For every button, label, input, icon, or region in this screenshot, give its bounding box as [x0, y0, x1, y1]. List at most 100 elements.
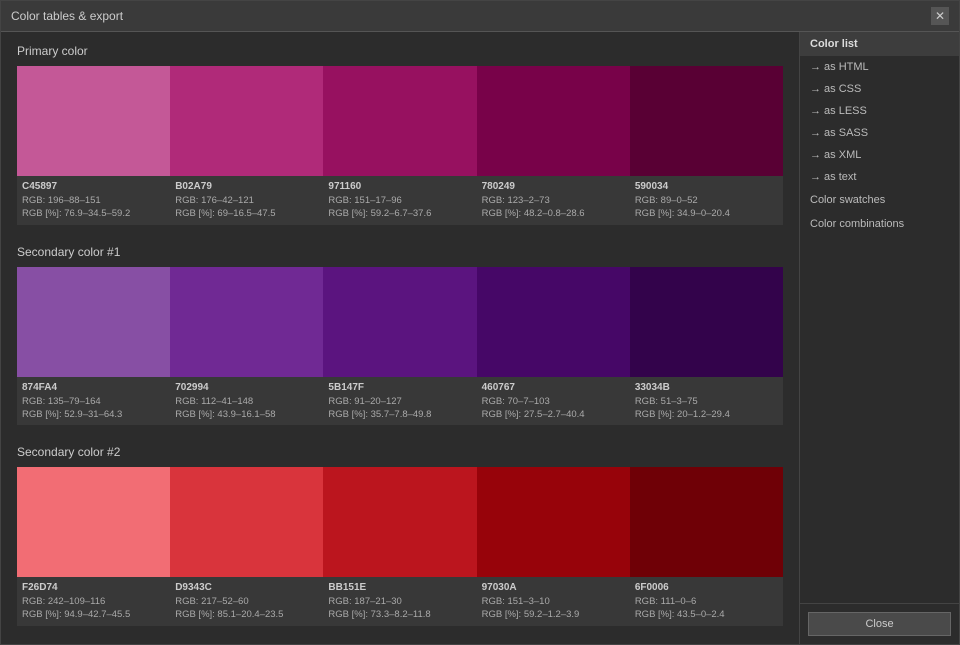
- swatch-info-secondary1-4: 33034BRGB: 51–3–75RGB [%]: 20–1.2–29.4: [630, 377, 783, 426]
- swatch-rgb-pct: RGB [%]: 94.9–42.7–45.5: [22, 608, 165, 621]
- swatch-secondary2-2[interactable]: BB151ERGB: 187–21–30RGB [%]: 73.3–8.2–11…: [323, 467, 476, 626]
- swatch-secondary2-4[interactable]: 6F0006RGB: 111–0–6RGB [%]: 43.5–0–2.4: [630, 467, 783, 626]
- swatch-hex: 97030A: [482, 581, 625, 595]
- close-x-button[interactable]: ✕: [931, 7, 949, 25]
- main-area: Primary colorC45897RGB: 196–88–151RGB [%…: [1, 32, 799, 644]
- section-title-primary: Primary color: [17, 44, 783, 58]
- sidebar-item-as-text[interactable]: → as text: [800, 166, 959, 188]
- dialog: Color tables & export ✕ Primary color C45…: [0, 0, 960, 645]
- swatch-color-secondary1-4: [630, 267, 783, 377]
- swatch-hex: C45897: [22, 180, 165, 194]
- sidebar-color-swatches[interactable]: Color swatches: [800, 188, 959, 212]
- swatch-rgb: RGB: 51–3–75: [635, 395, 778, 408]
- sidebar-color-combinations[interactable]: Color combinations: [800, 212, 959, 236]
- swatch-rgb-pct: RGB [%]: 76.9–34.5–59.2: [22, 207, 165, 220]
- swatch-rgb-pct: RGB [%]: 59.2–6.7–37.6: [328, 207, 471, 220]
- swatch-primary-1[interactable]: B02A79RGB: 176–42–121RGB [%]: 69–16.5–47…: [170, 66, 323, 225]
- swatch-rgb-pct: RGB [%]: 48.2–0.8–28.6: [482, 207, 625, 220]
- swatch-color-secondary1-1: [170, 267, 323, 377]
- swatch-rgb: RGB: 151–3–10: [482, 595, 625, 608]
- swatch-hex: 874FA4: [22, 381, 165, 395]
- swatch-color-secondary2-4: [630, 467, 783, 577]
- swatch-color-primary-2: [323, 66, 476, 176]
- swatch-rgb-pct: RGB [%]: 27.5–2.7–40.4: [482, 408, 625, 421]
- section-title-secondary1: Secondary color #1: [17, 245, 783, 259]
- swatch-secondary1-4[interactable]: 33034BRGB: 51–3–75RGB [%]: 20–1.2–29.4: [630, 267, 783, 426]
- sidebar-item-as-css[interactable]: → as CSS: [800, 78, 959, 100]
- swatches-row-secondary1: 874FA4RGB: 135–79–164RGB [%]: 52.9–31–64…: [17, 267, 783, 426]
- swatch-info-primary-4: 590034RGB: 89–0–52RGB [%]: 34.9–0–20.4: [630, 176, 783, 225]
- swatch-primary-4[interactable]: 590034RGB: 89–0–52RGB [%]: 34.9–0–20.4: [630, 66, 783, 225]
- title-bar: Color tables & export ✕: [1, 1, 959, 32]
- close-button[interactable]: Close: [808, 612, 951, 636]
- swatch-color-secondary1-3: [477, 267, 630, 377]
- swatch-secondary2-0[interactable]: F26D74RGB: 242–109–116RGB [%]: 94.9–42.7…: [17, 467, 170, 626]
- section-primary: Primary colorC45897RGB: 196–88–151RGB [%…: [17, 44, 783, 225]
- swatch-hex: 780249: [482, 180, 625, 194]
- swatch-secondary1-1[interactable]: 702994RGB: 112–41–148RGB [%]: 43.9–16.1–…: [170, 267, 323, 426]
- swatch-rgb: RGB: 151–17–96: [328, 194, 471, 207]
- sidebar-item-as-html[interactable]: → as HTML: [800, 56, 959, 78]
- swatch-primary-2[interactable]: 971160RGB: 151–17–96RGB [%]: 59.2–6.7–37…: [323, 66, 476, 225]
- swatch-rgb-pct: RGB [%]: 20–1.2–29.4: [635, 408, 778, 421]
- swatch-info-primary-2: 971160RGB: 151–17–96RGB [%]: 59.2–6.7–37…: [323, 176, 476, 225]
- swatch-info-secondary1-2: 5B147FRGB: 91–20–127RGB [%]: 35.7–7.8–49…: [323, 377, 476, 426]
- sidebar-section-title: Color list: [800, 32, 959, 56]
- swatch-secondary2-3[interactable]: 97030ARGB: 151–3–10RGB [%]: 59.2–1.2–3.9: [477, 467, 630, 626]
- swatch-hex: F26D74: [22, 581, 165, 595]
- swatch-hex: B02A79: [175, 180, 318, 194]
- swatch-secondary1-3[interactable]: 460767RGB: 70–7–103RGB [%]: 27.5–2.7–40.…: [477, 267, 630, 426]
- swatch-hex: 33034B: [635, 381, 778, 395]
- swatch-rgb-pct: RGB [%]: 43.5–0–2.4: [635, 608, 778, 621]
- swatch-hex: 590034: [635, 180, 778, 194]
- swatch-rgb: RGB: 176–42–121: [175, 194, 318, 207]
- swatch-rgb: RGB: 196–88–151: [22, 194, 165, 207]
- swatch-info-primary-0: C45897RGB: 196–88–151RGB [%]: 76.9–34.5–…: [17, 176, 170, 225]
- swatch-secondary1-2[interactable]: 5B147FRGB: 91–20–127RGB [%]: 35.7–7.8–49…: [323, 267, 476, 426]
- swatch-info-secondary2-0: F26D74RGB: 242–109–116RGB [%]: 94.9–42.7…: [17, 577, 170, 626]
- swatches-row-primary: C45897RGB: 196–88–151RGB [%]: 76.9–34.5–…: [17, 66, 783, 225]
- swatch-rgb: RGB: 111–0–6: [635, 595, 778, 608]
- swatch-rgb: RGB: 91–20–127: [328, 395, 471, 408]
- sidebar-item-as-sass[interactable]: → as SASS: [800, 122, 959, 144]
- sidebar-item-as-xml[interactable]: → as XML: [800, 144, 959, 166]
- swatch-hex: 971160: [328, 180, 471, 194]
- swatch-rgb-pct: RGB [%]: 85.1–20.4–23.5: [175, 608, 318, 621]
- swatch-rgb: RGB: 217–52–60: [175, 595, 318, 608]
- swatch-rgb-pct: RGB [%]: 34.9–0–20.4: [635, 207, 778, 220]
- swatch-color-secondary2-3: [477, 467, 630, 577]
- swatch-hex: 5B147F: [328, 381, 471, 395]
- swatch-info-secondary2-2: BB151ERGB: 187–21–30RGB [%]: 73.3–8.2–11…: [323, 577, 476, 626]
- swatch-color-secondary1-0: [17, 267, 170, 377]
- swatch-hex: D9343C: [175, 581, 318, 595]
- swatch-info-secondary1-1: 702994RGB: 112–41–148RGB [%]: 43.9–16.1–…: [170, 377, 323, 426]
- swatch-color-primary-3: [477, 66, 630, 176]
- swatch-info-primary-3: 780249RGB: 123–2–73RGB [%]: 48.2–0.8–28.…: [477, 176, 630, 225]
- swatch-rgb-pct: RGB [%]: 73.3–8.2–11.8: [328, 608, 471, 621]
- swatch-secondary1-0[interactable]: 874FA4RGB: 135–79–164RGB [%]: 52.9–31–64…: [17, 267, 170, 426]
- dialog-body: Primary colorC45897RGB: 196–88–151RGB [%…: [1, 32, 959, 644]
- swatch-color-secondary2-1: [170, 467, 323, 577]
- swatch-color-secondary2-0: [17, 467, 170, 577]
- swatch-rgb-pct: RGB [%]: 52.9–31–64.3: [22, 408, 165, 421]
- swatch-rgb: RGB: 70–7–103: [482, 395, 625, 408]
- swatch-rgb: RGB: 123–2–73: [482, 194, 625, 207]
- dialog-title: Color tables & export: [11, 9, 123, 23]
- sidebar-bottom: Close: [800, 603, 959, 644]
- swatch-rgb: RGB: 89–0–52: [635, 194, 778, 207]
- swatch-rgb: RGB: 242–109–116: [22, 595, 165, 608]
- swatch-color-primary-4: [630, 66, 783, 176]
- sidebar-item-as-less[interactable]: → as LESS: [800, 100, 959, 122]
- swatch-info-secondary1-0: 874FA4RGB: 135–79–164RGB [%]: 52.9–31–64…: [17, 377, 170, 426]
- swatches-row-secondary2: F26D74RGB: 242–109–116RGB [%]: 94.9–42.7…: [17, 467, 783, 626]
- swatch-rgb-pct: RGB [%]: 35.7–7.8–49.8: [328, 408, 471, 421]
- swatch-secondary2-1[interactable]: D9343CRGB: 217–52–60RGB [%]: 85.1–20.4–2…: [170, 467, 323, 626]
- swatch-color-primary-1: [170, 66, 323, 176]
- swatch-info-secondary2-3: 97030ARGB: 151–3–10RGB [%]: 59.2–1.2–3.9: [477, 577, 630, 626]
- swatch-rgb: RGB: 135–79–164: [22, 395, 165, 408]
- swatch-hex: 702994: [175, 381, 318, 395]
- swatch-primary-3[interactable]: 780249RGB: 123–2–73RGB [%]: 48.2–0.8–28.…: [477, 66, 630, 225]
- swatch-hex: 460767: [482, 381, 625, 395]
- swatch-primary-0[interactable]: C45897RGB: 196–88–151RGB [%]: 76.9–34.5–…: [17, 66, 170, 225]
- swatch-hex: 6F0006: [635, 581, 778, 595]
